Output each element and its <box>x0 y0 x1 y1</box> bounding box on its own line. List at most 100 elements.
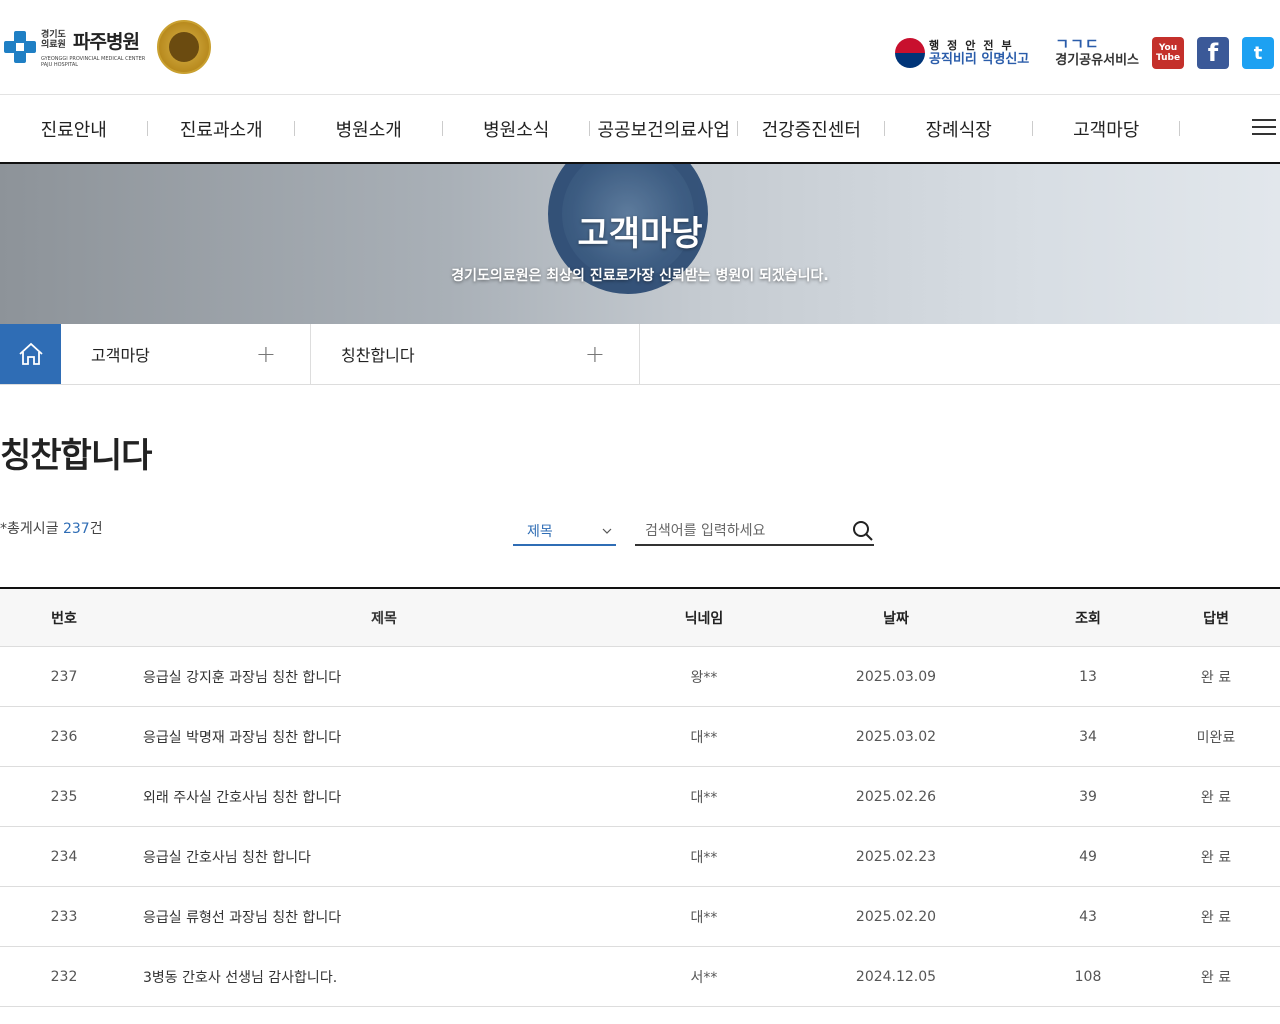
row-title-link[interactable]: 응급실 박명재 과장님 칭찬 합니다 <box>128 727 640 747</box>
sub-banner: 고객마당 경기도의료원은 최상의 진료로가장 신뢰받는 병원이 되겠습니다. <box>0 164 1280 324</box>
logo-text: 경기도 의료원 파주병원 GYEONGGI PROVINCIAL MEDICAL… <box>41 27 153 68</box>
home-icon <box>18 342 43 365</box>
row-answer: 미완료 <box>1196 729 1236 746</box>
youtube-icon[interactable]: You Tube <box>1152 37 1184 69</box>
row-date: 2025.02.26 <box>855 788 937 805</box>
row-nick: 대** <box>690 849 718 866</box>
table-row[interactable]: 236 응급실 박명재 과장님 칭찬 합니다 대** 2025.03.02 34… <box>0 707 1280 767</box>
header-views: 조회 <box>1075 610 1101 627</box>
header-title: 제목 <box>371 610 397 627</box>
row-views: 108 <box>1074 968 1102 985</box>
total-suffix: 건 <box>89 521 103 537</box>
nav-item[interactable]: 장례식장 <box>885 95 1033 162</box>
row-views: 43 <box>1079 908 1097 925</box>
row-date: 2025.03.02 <box>855 728 937 745</box>
plus-icon: + <box>255 340 276 368</box>
table-row[interactable]: 235 외래 주사실 간호사님 칭찬 합니다 대** 2025.02.26 39… <box>0 767 1280 827</box>
total-count: *총게시글 237건 <box>0 518 103 538</box>
row-views: 49 <box>1079 848 1097 865</box>
search-input[interactable] <box>645 523 835 539</box>
header-answer: 답변 <box>1203 610 1229 627</box>
hamburger-menu-icon[interactable] <box>1252 119 1276 139</box>
row-title-link[interactable]: 응급실 강지훈 과장님 칭찬 합니다 <box>128 667 640 687</box>
search-icon[interactable] <box>852 520 874 542</box>
search-field-select[interactable]: 제목 <box>513 518 616 546</box>
seal-icon <box>157 20 211 74</box>
row-no: 235 <box>50 788 78 805</box>
row-title-link[interactable]: 3병동 간호사 선생님 감사합니다. <box>128 967 640 987</box>
header-links: 행정안전부 공직비리 익명신고 ㄱㄱㄷ 경기공유서비스 You Tube f t <box>895 37 1274 69</box>
total-prefix: *총게시글 <box>0 521 63 537</box>
location-bar: 고객마당 + 칭찬합니다 + <box>0 324 1280 385</box>
search-field-value: 제목 <box>527 524 553 540</box>
row-no: 237 <box>50 668 78 685</box>
location-depth2-label: 칭찬합니다 <box>341 346 415 365</box>
table-row[interactable]: 234 응급실 간호사님 칭찬 합니다 대** 2025.02.23 49 완 … <box>0 827 1280 887</box>
gyeonggi-share-link[interactable]: ㄱㄱㄷ 경기공유서비스 <box>1055 37 1139 69</box>
logo-org: 경기도 의료원 <box>41 30 66 50</box>
row-views: 34 <box>1079 728 1097 745</box>
hospital-logo[interactable]: 경기도 의료원 파주병원 GYEONGGI PROVINCIAL MEDICAL… <box>4 20 211 74</box>
nav-item[interactable]: 진료안내 <box>0 95 148 162</box>
row-nick: 대** <box>690 909 718 926</box>
banner-title: 고객마당 <box>577 214 703 254</box>
chevron-down-icon <box>602 528 612 534</box>
taeguk-icon <box>895 38 926 68</box>
table-header: 번호 제목 닉네임 날짜 조회 답변 <box>0 589 1280 647</box>
anonymous-report-link[interactable]: 행정안전부 공직비리 익명신고 <box>895 38 1029 68</box>
row-title-link[interactable]: 응급실 간호사님 칭찬 합니다 <box>128 847 640 867</box>
row-answer: 완 료 <box>1200 909 1232 926</box>
location-depth2[interactable]: 칭찬합니다 + <box>311 324 640 384</box>
row-no: 236 <box>50 728 78 745</box>
row-no: 233 <box>50 908 78 925</box>
row-no: 232 <box>50 968 78 985</box>
header-date: 날짜 <box>883 610 909 627</box>
row-views: 39 <box>1079 788 1097 805</box>
row-answer: 완 료 <box>1200 969 1232 986</box>
row-date: 2025.03.09 <box>855 668 937 685</box>
row-nick: 왕** <box>690 669 718 686</box>
nav-item[interactable]: 병원소식 <box>443 95 591 162</box>
row-nick: 서** <box>690 969 718 986</box>
row-title-link[interactable]: 외래 주사실 간호사님 칭찬 합니다 <box>128 787 640 807</box>
table-row[interactable]: 237 응급실 강지훈 과장님 칭찬 합니다 왕** 2025.03.09 13… <box>0 647 1280 707</box>
logo-name: 파주병원 <box>73 30 140 53</box>
nav-item[interactable]: 병원소개 <box>295 95 443 162</box>
search-input-wrap <box>635 518 874 546</box>
row-nick: 대** <box>690 789 718 806</box>
nav-item[interactable]: 진료과소개 <box>148 95 296 162</box>
header-nick: 닉네임 <box>684 610 724 627</box>
table-row[interactable]: 233 응급실 류형선 과장님 칭찬 합니다 대** 2025.02.20 43… <box>0 887 1280 947</box>
facebook-icon[interactable]: f <box>1197 37 1229 69</box>
page-title: 칭찬합니다 <box>0 436 152 476</box>
row-answer: 완 료 <box>1200 789 1232 806</box>
nav-item[interactable]: 고객마당 <box>1033 95 1181 162</box>
banner-subtitle: 경기도의료원은 최상의 진료로가장 신뢰받는 병원이 되겠습니다. <box>451 268 829 284</box>
share-logo-icon: ㄱㄱㄷ <box>1055 35 1100 53</box>
table-row[interactable]: 232 3병동 간호사 선생님 감사합니다. 서** 2024.12.05 10… <box>0 947 1280 1007</box>
site-header: 경기도 의료원 파주병원 GYEONGGI PROVINCIAL MEDICAL… <box>0 0 1280 95</box>
row-answer: 완 료 <box>1200 849 1232 866</box>
location-depth1[interactable]: 고객마당 + <box>61 324 311 384</box>
row-views: 13 <box>1079 668 1097 685</box>
search-bar: 제목 <box>513 518 874 546</box>
total-number: 237 <box>62 521 90 537</box>
share-label: 경기공유서비스 <box>1055 53 1139 68</box>
row-date: 2025.02.23 <box>855 848 937 865</box>
twitter-icon[interactable]: t <box>1242 37 1274 69</box>
row-answer: 완 료 <box>1200 669 1232 686</box>
header-no: 번호 <box>51 610 77 627</box>
logo-english: GYEONGGI PROVINCIAL MEDICAL CENTER PAJU … <box>41 55 146 68</box>
board-table: 번호 제목 닉네임 날짜 조회 답변 237 응급실 강지훈 과장님 칭찬 합니… <box>0 587 1280 1007</box>
row-date: 2025.02.20 <box>855 908 937 925</box>
home-button[interactable] <box>0 324 61 384</box>
row-nick: 대** <box>690 729 718 746</box>
nav-item[interactable]: 건강증진센터 <box>738 95 886 162</box>
row-title-link[interactable]: 응급실 류형선 과장님 칭찬 합니다 <box>128 907 640 927</box>
medical-cross-icon <box>4 31 36 63</box>
plus-icon: + <box>584 340 605 368</box>
nav-item[interactable]: 공공보건의료사업 <box>590 95 738 162</box>
location-depth1-label: 고객마당 <box>91 346 150 365</box>
gov-ministry: 행정안전부 <box>929 38 1020 52</box>
main-nav: 진료안내 진료과소개 병원소개 병원소식 공공보건의료사업 건강증진센터 장례식… <box>0 95 1280 164</box>
